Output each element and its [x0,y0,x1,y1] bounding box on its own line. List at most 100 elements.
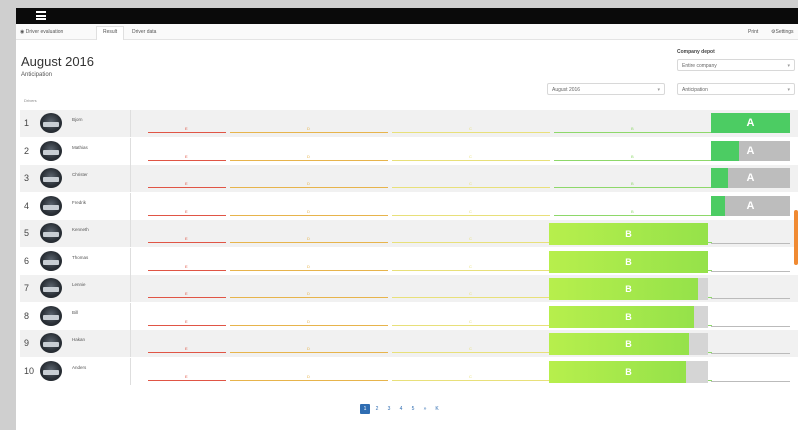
avatar [40,360,62,381]
column-divider [130,192,131,220]
driver-name[interactable]: Fredrik [72,200,86,205]
grade-a-line [711,325,790,327]
column-divider [130,302,131,330]
rank-number: 9 [24,338,30,348]
grade-scale-line [230,269,388,271]
grade-scale-label: D [307,208,310,214]
grade-scale-line [392,132,550,133]
print-label: Print [748,29,759,35]
grade-scale-line [148,214,226,216]
grade-letter: A [746,144,755,157]
column-divider [130,247,131,275]
chevron-down-icon: ▾ [657,87,660,93]
avatar [40,195,62,216]
grade-scale-label: E [185,291,188,296]
tab-driver-data[interactable]: Driver data [132,29,156,35]
grade-letter: B [625,256,632,267]
company-select[interactable]: Entire company ▾ [677,59,795,71]
list-label: Drivers [24,98,37,103]
grade-scale-label: C [469,126,472,131]
grade-scale-line [230,132,388,133]
grade-scale-label: E [185,208,188,214]
grade-b-bar: B [549,223,708,245]
grade-a-bar: A [711,168,790,188]
grade-scale-line [554,159,712,161]
print-link[interactable]: Print [748,29,758,35]
page-button[interactable]: 5 [408,404,418,414]
rank-number: 2 [24,145,30,156]
hamburger-icon[interactable] [36,11,46,20]
grade-scale-line [148,159,226,161]
company-select-value: Entire company [682,63,717,69]
driver-name[interactable]: Bjorn [72,117,83,122]
table-row[interactable]: 7 Lennie E D C B [20,275,798,302]
driver-name[interactable]: Lennie [72,282,86,287]
grade-scale-label: D [307,263,310,269]
grade-b-bar: B [549,333,708,355]
avatar [40,113,62,133]
grade-scale-label: B [631,153,634,159]
table-row[interactable]: 9 Hakan E D C B [20,330,798,357]
rank-number: 1 [24,118,30,128]
table-row[interactable]: 5 Kenneth E D C B [20,220,798,247]
grade-letter: B [625,311,632,322]
page-button[interactable]: 4 [396,404,406,414]
driver-name[interactable]: Thomas [72,255,88,260]
driver-name[interactable]: Mathias [72,145,88,150]
driver-name[interactable]: Christer [72,172,88,177]
grade-scale-line [148,352,226,353]
settings-link[interactable]: ⚙Settings [771,29,794,35]
nav-bar: ◉ Driver evaluation Result Driver data P… [16,24,798,40]
period-select-value: August 2016 [552,87,581,93]
grade-scale-label: E [185,318,188,324]
driver-name[interactable]: Kenneth [72,227,89,232]
grade-scale-label: C [469,208,472,214]
grade-scale-label: D [307,126,310,131]
next-page-button[interactable]: » [420,404,430,414]
tab-result[interactable]: Result [96,26,125,40]
grade-scale-line [230,352,388,353]
rank-number: 6 [24,255,30,266]
table-row[interactable]: 6 Thomas E D C B [20,247,798,275]
grade-scale-line [392,159,550,161]
page-subtitle: Anticipation [21,72,53,78]
grade-scale-line [554,187,712,188]
table-row[interactable]: 1 Bjorn E D C B A [20,110,798,137]
page-button[interactable]: 3 [384,404,394,414]
column-divider [130,275,131,302]
rank-number: 3 [24,173,30,183]
driver-name[interactable]: Hakan [72,337,85,342]
screenshot-frame: ◉ Driver evaluation Result Driver data P… [0,0,798,430]
feedback-tab[interactable] [794,210,798,265]
table-row[interactable]: 3 Christer E D C B A [20,165,798,192]
page-button[interactable]: 2 [372,404,382,414]
grade-b-bar: B [549,360,708,383]
grade-scale-label: D [307,346,310,351]
table-row[interactable]: 2 Mathias E D C B A [20,137,798,165]
driver-name[interactable]: Anders [72,365,86,370]
grade-scale-line [230,242,388,243]
grade-b-bar: B [549,250,708,273]
grade-scale-label: D [307,236,310,241]
grade-scale-line [148,297,226,298]
grade-scale-label: E [185,181,188,186]
page: ◉ Driver evaluation Result Driver data P… [16,24,798,430]
avatar [40,250,62,271]
grade-a-bar: A [711,140,790,161]
breadcrumb[interactable]: ◉ Driver evaluation [20,29,63,35]
table-row[interactable]: 8 Bill E D C B [20,302,798,330]
page-button[interactable]: 1 [360,404,370,414]
driver-name[interactable]: Bill [72,310,78,315]
avatar [40,333,62,353]
grade-scale-label: D [307,373,310,379]
grade-b-bar: B [549,305,708,328]
grade-letter: B [625,229,632,239]
grade-scale-label: D [307,291,310,296]
rank-number: 10 [24,365,35,376]
period-select[interactable]: August 2016 ▾ [547,83,665,95]
category-select[interactable]: Anticipation ▾ [677,83,795,95]
table-row[interactable]: 4 Fredrik E D C B A [20,192,798,220]
last-page-button[interactable]: K [432,404,442,414]
table-row[interactable]: 10 Anders E D C B [20,357,798,385]
grade-scale-label: E [185,346,188,351]
